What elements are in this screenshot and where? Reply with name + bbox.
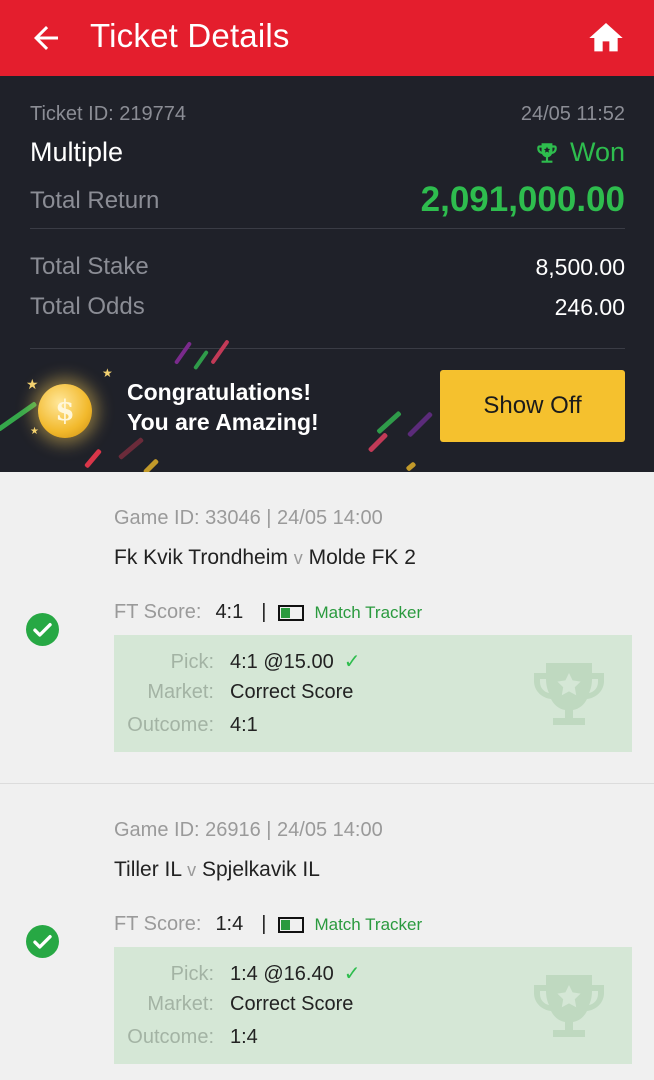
total-stake-label: Total Stake [30, 253, 149, 280]
pick-check-icon: ✓ [343, 963, 361, 985]
outcome-label: Outcome: [127, 714, 214, 736]
separator: | [261, 601, 267, 623]
confetti-decoration [367, 432, 389, 453]
versus-label: v [293, 548, 303, 568]
outcome-row: Outcome: 1:4 [114, 1026, 258, 1049]
confetti-decoration [406, 411, 434, 438]
game-meta: Game ID: 26916 | 24/05 14:00 [114, 819, 383, 841]
confetti-decoration [210, 339, 230, 365]
separator: | [261, 913, 267, 935]
confetti-decoration [142, 458, 160, 472]
market-row: Market: Correct Score [114, 993, 353, 1016]
match-name: Tiller IL v Spjelkavik IL [114, 858, 320, 882]
ft-score-label: FT Score: [114, 601, 202, 623]
game-card: Game ID: 26916 | 24/05 14:00 Tiller IL v… [0, 784, 654, 1080]
home-team: Tiller IL [114, 858, 182, 881]
pick-details: Pick: 4:1 @15.00 ✓ Market: Correct Score Ou… [114, 635, 632, 752]
show-off-button[interactable]: Show Off [440, 370, 625, 442]
ft-score-row: FT Score: 4:1 | Match Tracker [114, 601, 422, 624]
ft-score-label: FT Score: [114, 913, 202, 935]
confetti-decoration [173, 341, 193, 365]
back-arrow-icon[interactable] [28, 20, 64, 56]
match-tracker-link[interactable]: Match Tracker [314, 915, 422, 935]
check-circle-icon [26, 925, 59, 958]
home-icon[interactable] [586, 18, 626, 58]
divider [30, 348, 625, 349]
pick-value: 1:4 @16.40 [230, 963, 334, 985]
pick-check-icon: ✓ [343, 651, 361, 673]
away-team: Spjelkavik IL [201, 858, 320, 881]
total-stake-value: 8,500.00 [535, 254, 625, 280]
match-name: Fk Kvik Trondheim v Molde FK 2 [114, 546, 416, 570]
confetti-decoration [376, 410, 402, 435]
confetti-decoration [405, 461, 417, 472]
congrats-line-1: Congratulations! [127, 379, 311, 405]
status-badge: Won [534, 137, 625, 168]
total-return-label: Total Return [30, 187, 160, 214]
match-tracker-icon[interactable] [278, 604, 305, 621]
congrats-message: Congratulations! You are Amazing! [127, 377, 319, 437]
page-title: Ticket Details [90, 17, 290, 54]
outcome-row: Outcome: 4:1 [114, 714, 258, 737]
pick-row: Pick: 1:4 @16.40 ✓ [114, 961, 361, 986]
coin-icon: $ [38, 384, 92, 438]
ticket-summary: Ticket ID: 219774 24/05 11:52 Multiple W… [0, 76, 654, 472]
total-odds-value: 246.00 [554, 294, 625, 320]
home-team: Fk Kvik Trondheim [114, 546, 288, 569]
check-circle-icon [26, 613, 59, 646]
star-decoration: ★ [26, 376, 39, 392]
market-value: Correct Score [230, 681, 354, 703]
total-odds-label: Total Odds [30, 293, 145, 320]
versus-label: v [187, 860, 197, 880]
trophy-watermark-icon [534, 975, 604, 1037]
status-text: Won [569, 137, 625, 167]
bet-type: Multiple [30, 137, 124, 167]
total-return-value: 2,091,000.00 [420, 180, 625, 219]
confetti-decoration [193, 349, 209, 371]
game-meta: Game ID: 33046 | 24/05 14:00 [114, 507, 383, 529]
ft-score-row: FT Score: 1:4 | Match Tracker [114, 913, 422, 936]
outcome-label: Outcome: [127, 1026, 214, 1048]
pick-label: Pick: [170, 651, 214, 673]
market-label: Market: [147, 993, 214, 1015]
match-tracker-link[interactable]: Match Tracker [314, 603, 422, 623]
ft-score-value: 4:1 [215, 601, 244, 623]
game-card: Game ID: 33046 | 24/05 14:00 Fk Kvik Tro… [0, 472, 654, 784]
match-tracker-icon[interactable] [278, 916, 305, 933]
pick-value: 4:1 @15.00 [230, 651, 334, 673]
trophy-icon [537, 142, 557, 163]
divider [30, 228, 625, 229]
away-team: Molde FK 2 [308, 546, 416, 569]
confetti-decoration [84, 448, 102, 469]
trophy-watermark-icon [534, 663, 604, 725]
star-decoration: ★ [102, 366, 113, 380]
market-label: Market: [147, 681, 214, 703]
ticket-date: 24/05 11:52 [520, 103, 625, 125]
coin-symbol: $ [55, 394, 75, 427]
pick-row: Pick: 4:1 @15.00 ✓ [114, 649, 361, 674]
app-header: Ticket Details [0, 0, 654, 76]
outcome-value: 4:1 [230, 714, 258, 736]
ft-score-value: 1:4 [215, 913, 244, 935]
ticket-id: Ticket ID: 219774 [30, 103, 187, 125]
congrats-line-2: You are Amazing! [127, 409, 319, 435]
outcome-value: 1:4 [230, 1026, 258, 1048]
confetti-decoration [117, 436, 145, 461]
pick-label: Pick: [170, 963, 214, 985]
market-value: Correct Score [230, 993, 354, 1015]
pick-details: Pick: 1:4 @16.40 ✓ Market: Correct Score Ou… [114, 947, 632, 1064]
market-row: Market: Correct Score [114, 681, 353, 704]
